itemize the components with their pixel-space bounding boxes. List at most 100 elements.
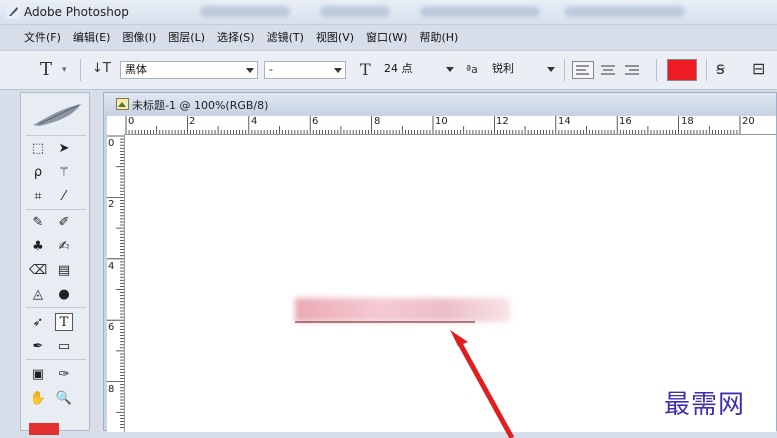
font-size-dropdown[interactable]: 24 点 [380, 61, 458, 79]
ruler-label: 2 [108, 199, 115, 210]
blurred-text-layer[interactable] [295, 298, 510, 322]
zoom-tool-icon[interactable]: 🔍 [55, 389, 73, 407]
tool-separator [26, 359, 86, 360]
menu-edit[interactable]: 编辑(E) [73, 29, 111, 45]
healing-brush-tool-icon[interactable]: ✎ [29, 213, 47, 231]
menu-select[interactable]: 选择(S) [217, 29, 255, 45]
eraser-tool-icon[interactable]: ⌫ [29, 261, 47, 279]
ruler-label: 20 [742, 116, 755, 127]
ruler-label: 16 [619, 116, 632, 127]
path-selection-tool-icon[interactable]: ➶ [29, 313, 47, 331]
separator [706, 59, 707, 81]
horizontal-ruler[interactable]: 0 2 4 6 8 10 12 14 16 18 20 [124, 116, 776, 135]
lasso-tool-icon[interactable]: ρ [29, 163, 47, 181]
magic-wand-tool-icon[interactable]: ⚚ [55, 163, 73, 181]
photoshop-feather-icon [6, 4, 21, 19]
antialias-icon: ªa [466, 63, 478, 76]
tool-separator [26, 209, 86, 210]
ruler-label: 12 [496, 116, 509, 127]
dodge-tool-icon[interactable]: ● [55, 285, 73, 303]
crop-tool-icon[interactable]: ⌗ [29, 187, 47, 205]
app-title: Adobe Photoshop [24, 5, 129, 19]
ruler-ticks [125, 116, 741, 134]
watermark-text: 最需网 [664, 390, 746, 420]
ruler-label: 14 [558, 116, 571, 127]
antialias-dropdown[interactable]: 锐利 [488, 61, 558, 79]
tool-separator [26, 307, 86, 308]
clone-stamp-tool-icon[interactable]: ♣ [29, 237, 47, 255]
document-titlebar[interactable]: 未标题-1 @ 100%(RGB/8) [104, 93, 776, 115]
align-left-icon[interactable] [572, 61, 594, 79]
chevron-down-icon [446, 67, 454, 72]
tool-options-bar: T ▾ ↓T 黑体 - T 24 点 ªa 锐利 ꞩ ⊟ [0, 50, 777, 90]
toolbox: ⬚ ➤ ρ ⚚ ⌗ ⁄ ✎ ✐ ♣ ✍ ⌫ ▤ ◬ ● ➶ T ✒ ▭ ▣ ✑ … [20, 92, 90, 435]
ruler-label: 0 [108, 138, 115, 149]
menu-window[interactable]: 窗口(W) [366, 29, 407, 45]
menu-help[interactable]: 帮助(H) [419, 29, 458, 45]
red-arrow-annotation [450, 330, 515, 438]
ruler-origin[interactable] [107, 116, 124, 134]
align-right-icon[interactable] [622, 61, 642, 79]
gradient-tool-icon[interactable]: ▤ [55, 261, 73, 279]
foreground-color-swatch[interactable] [29, 423, 59, 435]
document-title: 未标题-1 @ 100%(RGB/8) [132, 99, 269, 112]
history-brush-tool-icon[interactable]: ✍ [55, 237, 73, 255]
menu-bar: 文件(F) 编辑(E) 图像(I) 图层(L) 选择(S) 滤镜(T) 视图(V… [0, 26, 777, 48]
menu-file[interactable]: 文件(F) [24, 29, 61, 45]
move-tool-icon[interactable]: ➤ [55, 139, 73, 157]
brush-tool-icon[interactable]: ✐ [55, 213, 73, 231]
ruler-label: 2 [189, 116, 196, 127]
chevron-down-icon [334, 68, 342, 73]
blur-tool-icon[interactable]: ◬ [29, 285, 47, 303]
font-size-icon: T [360, 60, 371, 79]
font-family-dropdown[interactable]: 黑体 [120, 61, 258, 79]
text-tool-preset-icon[interactable]: T [40, 59, 52, 80]
ruler-label: 4 [108, 261, 115, 272]
preset-arrow-icon[interactable]: ▾ [62, 65, 67, 75]
font-style-dropdown[interactable]: - [264, 61, 346, 79]
text-orientation-icon[interactable]: ↓T [92, 61, 111, 76]
font-style-value: - [269, 63, 273, 76]
ruler-label: 6 [312, 116, 319, 127]
pen-tool-icon[interactable]: ✒ [29, 337, 47, 355]
eyedropper-tool-icon[interactable]: ✑ [55, 365, 73, 383]
ruler-label: 0 [128, 116, 135, 127]
slice-tool-icon[interactable]: ⁄ [55, 187, 73, 205]
chevron-down-icon [246, 68, 254, 73]
separator [656, 59, 657, 81]
shape-tool-icon[interactable]: ▭ [55, 337, 73, 355]
hand-tool-icon[interactable]: ✋ [29, 389, 47, 407]
font-family-value: 黑体 [125, 63, 147, 76]
notes-tool-icon[interactable]: ▣ [29, 365, 47, 383]
document-icon [116, 98, 129, 110]
separator [80, 59, 81, 81]
document-window: 未标题-1 @ 100%(RGB/8) 0 2 4 6 8 10 12 14 1… [103, 92, 777, 438]
chevron-down-icon [547, 67, 555, 72]
ruler-label: 10 [435, 116, 448, 127]
align-center-icon[interactable] [598, 61, 618, 79]
font-size-value: 24 点 [384, 62, 413, 75]
window-titlebar: Adobe Photoshop [0, 0, 777, 25]
menu-image[interactable]: 图像(I) [122, 29, 156, 45]
blurred-titlebar-controls [320, 6, 390, 17]
ruler-label: 8 [108, 384, 115, 395]
ruler-label: 18 [681, 116, 694, 127]
text-baseline [295, 321, 475, 323]
menu-view[interactable]: 视图(V) [316, 29, 354, 45]
ruler-label: 6 [108, 322, 115, 333]
antialias-value: 锐利 [492, 62, 514, 75]
blurred-titlebar-controls [200, 6, 290, 17]
warp-text-icon[interactable]: ꞩ [716, 59, 725, 79]
blurred-titlebar-controls [420, 6, 540, 17]
marquee-tool-icon[interactable]: ⬚ [29, 139, 47, 157]
text-color-swatch[interactable] [667, 59, 697, 81]
vertical-ruler[interactable]: 0 2 4 6 8 [107, 134, 125, 432]
menu-filter[interactable]: 滤镜(T) [267, 29, 304, 45]
palette-toggle-icon[interactable]: ⊟ [752, 59, 765, 78]
ruler-label: 8 [374, 116, 381, 127]
menu-layer[interactable]: 图层(L) [168, 29, 205, 45]
tool-separator [26, 135, 86, 136]
type-tool-icon[interactable]: T [55, 313, 73, 331]
ruler-label: 4 [251, 116, 258, 127]
photoshop-feather-icon [33, 104, 81, 126]
